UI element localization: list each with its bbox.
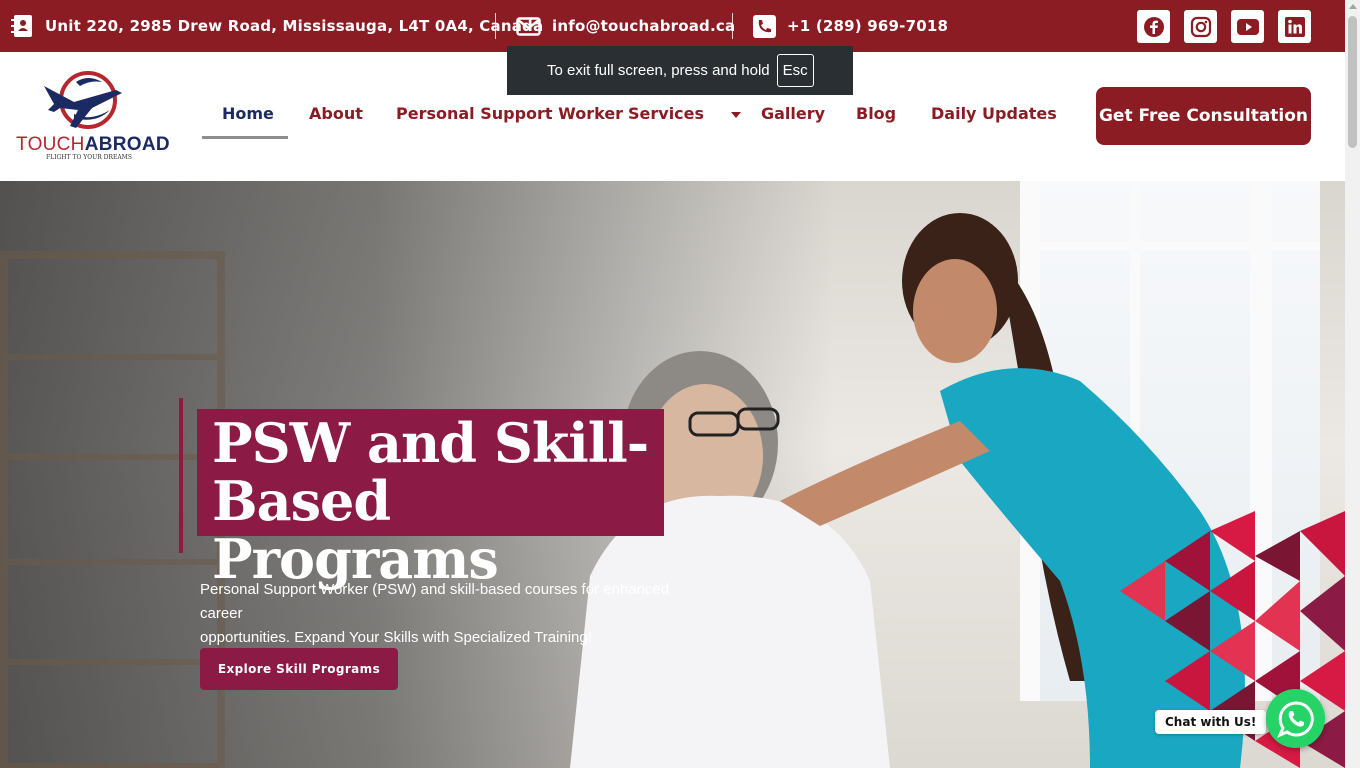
logo-emblem — [44, 71, 122, 129]
phone-item[interactable]: +1 (289) 969-7018 — [753, 0, 948, 52]
explore-skill-programs-button[interactable]: Explore Skill Programs — [200, 648, 398, 690]
page-scrollbar[interactable] — [1345, 0, 1360, 768]
email-text: info@touchabroad.ca — [552, 17, 736, 35]
caret-down-icon — [730, 111, 741, 118]
nav-daily-updates[interactable]: Daily Updates — [931, 104, 1057, 123]
instagram-link[interactable] — [1184, 10, 1217, 43]
youtube-icon — [1236, 18, 1259, 35]
address-text: Unit 220, 2985 Drew Road, Mississauga, L… — [45, 17, 544, 35]
hero-section: PSW and Skill- Based Programs Personal S… — [0, 181, 1345, 768]
linkedin-icon — [1284, 16, 1305, 37]
hero-title-line-2: Based Programs — [212, 469, 499, 591]
whatsapp-chat-button[interactable] — [1266, 689, 1325, 748]
nav-home[interactable]: Home — [222, 104, 274, 123]
nav-blog[interactable]: Blog — [856, 104, 896, 123]
email-item[interactable]: info@touchabroad.ca — [516, 0, 735, 52]
esc-key-badge: Esc — [776, 54, 814, 87]
scroll-thumb[interactable] — [1348, 16, 1357, 148]
divider — [495, 13, 496, 39]
nav-gallery[interactable]: Gallery — [761, 104, 825, 123]
hero-accent-line — [179, 398, 183, 553]
logo-word-touch: TOUCH — [16, 134, 85, 155]
top-contact-bar: Unit 220, 2985 Drew Road, Mississauga, L… — [0, 0, 1345, 52]
fullscreen-exit-notice: To exit full screen, press and hold Esc — [507, 46, 853, 95]
fullscreen-notice-text: To exit full screen, press and hold — [547, 62, 770, 79]
facebook-link[interactable] — [1137, 10, 1170, 43]
chat-with-us-label[interactable]: Chat with Us! — [1155, 710, 1267, 734]
linkedin-link[interactable] — [1278, 10, 1311, 43]
contact-card-icon — [11, 15, 32, 37]
address-item[interactable]: Unit 220, 2985 Drew Road, Mississauga, L… — [11, 0, 543, 52]
hero-subtitle-line-1: Personal Support Worker (PSW) and skill-… — [200, 581, 670, 622]
facebook-icon — [1143, 16, 1164, 37]
logo-tagline: FLIGHT TO YOUR DREAMS — [46, 154, 132, 161]
phone-text: +1 (289) 969-7018 — [787, 17, 949, 35]
nav-about[interactable]: About — [309, 104, 363, 123]
divider — [732, 13, 733, 39]
nav-services-label: Services — [628, 104, 705, 123]
nav-services[interactable]: Services — [628, 104, 742, 123]
scroll-up-arrow-icon[interactable] — [1349, 4, 1357, 9]
hero-title: PSW and Skill- Based Programs — [197, 409, 664, 588]
site-logo[interactable]: TOUCHABROAD FLIGHT TO YOUR DREAMS — [14, 68, 170, 161]
youtube-link[interactable] — [1231, 10, 1264, 43]
nav-personal-support-worker[interactable]: Personal Support Worker — [396, 104, 623, 123]
envelope-icon — [516, 16, 541, 36]
instagram-icon — [1190, 16, 1211, 37]
nav-active-indicator — [202, 136, 288, 139]
get-free-consultation-button[interactable]: Get Free Consultation — [1096, 87, 1311, 145]
hero-subtitle-line-2: opportunities. Expand Your Skills with S… — [200, 629, 592, 646]
whatsapp-icon — [1276, 700, 1314, 738]
phone-icon — [753, 14, 776, 38]
logo-wordmark: TOUCHABROAD — [16, 134, 170, 156]
logo-word-abroad: ABROAD — [84, 134, 170, 155]
hero-subtitle: Personal Support Worker (PSW) and skill-… — [200, 578, 690, 650]
hero-title-line-1: PSW and Skill- — [212, 411, 649, 475]
